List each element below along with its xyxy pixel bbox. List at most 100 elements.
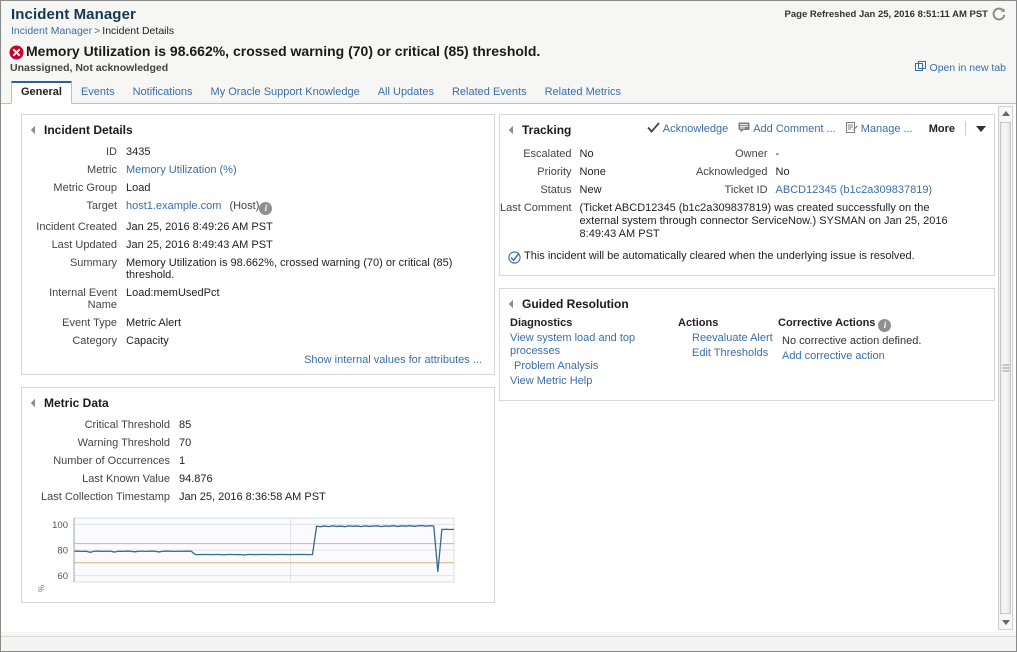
table-row: Last Comment (Ticket ABCD12345 (b1c2a309… <box>500 199 984 244</box>
add-comment-button[interactable]: Add Comment ... <box>738 122 836 136</box>
table-row: Category Capacity <box>22 332 494 350</box>
incident-manager-page: Incident Manager Incident Manager > Incide… <box>0 0 1017 652</box>
acknowledge-button[interactable]: Acknowledge <box>647 121 728 136</box>
svg-text:80: 80 <box>57 546 68 557</box>
row-label-acknowledged: Acknowledged <box>695 166 768 178</box>
row-label-ticket-id: Ticket ID <box>724 184 768 196</box>
row-value-ticket-id: ABCD12345 (b1c2a309837819) <box>776 181 984 199</box>
incident-details-table: ID 3435 Metric Memory Utilization (%) Me… <box>22 143 494 350</box>
corrective-actions-heading: Corrective Actions i <box>778 317 978 332</box>
collapse-triangle-icon[interactable] <box>30 125 40 135</box>
row-value-owner: - <box>775 148 780 160</box>
page-refreshed-status: Page Refreshed Jan 25, 2016 8:51:11 AM P… <box>785 7 1006 21</box>
link-add-corrective-action[interactable]: Add corrective action <box>778 350 978 363</box>
scroll-thumb[interactable] <box>1000 122 1011 614</box>
collapse-triangle-icon[interactable] <box>508 299 518 309</box>
corrective-actions-column: Corrective Actions i No corrective actio… <box>778 317 978 390</box>
row-value-id: 3435 <box>126 146 151 158</box>
table-row: Metric Memory Utilization (%) <box>22 161 494 179</box>
link-problem-analysis[interactable]: Problem Analysis <box>510 360 678 373</box>
tab-bar: General Events Notifications My Oracle S… <box>1 81 1016 104</box>
show-internal-values-link[interactable]: Show internal values for attributes ... <box>304 354 482 366</box>
info-icon[interactable]: i <box>878 319 892 332</box>
open-in-new-tab-link[interactable]: Open in new tab <box>914 61 1006 75</box>
tracking-actions-toolbar: Acknowledge Add Comment ... Manage ... M… <box>647 121 986 136</box>
guided-resolution-header: Guided Resolution <box>500 289 994 317</box>
incident-details-title: Incident Details <box>44 123 133 137</box>
metric-data-header: Metric Data <box>22 388 494 416</box>
error-icon <box>9 45 24 60</box>
tab-general[interactable]: General <box>11 81 72 104</box>
row-label-target: Target <box>86 200 117 212</box>
link-edit-thresholds[interactable]: Edit Thresholds <box>678 347 778 360</box>
diagnostics-column: Diagnostics View system load and top pro… <box>510 317 678 390</box>
row-value-event-type: Metric Alert <box>126 317 182 329</box>
table-row: Escalated No Owner - <box>500 145 984 163</box>
chevron-down-icon[interactable] <box>976 125 986 132</box>
guided-resolution-columns: Diagnostics View system load and top pro… <box>500 317 994 400</box>
open-in-new-tab-label: Open in new tab <box>929 62 1006 74</box>
metric-data-panel: Metric Data Critical Threshold 85 Warnin… <box>21 387 495 603</box>
table-row: Number of Occurrences 1 <box>22 452 494 470</box>
table-row: Status New Ticket ID ABCD12345 (b1c2a309… <box>500 181 984 199</box>
scroll-down-button[interactable] <box>999 615 1012 629</box>
row-label-last-collection-timestamp: Last Collection Timestamp <box>41 491 170 503</box>
target-type-label: (Host) <box>229 200 260 212</box>
table-row: Event Type Metric Alert <box>22 314 494 332</box>
breadcrumb: Incident Manager > Incident Details <box>11 25 1008 37</box>
incident-status-text: Unassigned, Not acknowledged <box>10 62 169 74</box>
metric-chart-svg: 60 80 100% <box>37 517 455 592</box>
table-row: Warning Threshold 70 <box>22 434 494 452</box>
row-value-status: New <box>579 184 602 196</box>
tab-my-oracle-support-knowledge[interactable]: My Oracle Support Knowledge <box>202 82 369 103</box>
link-reevaluate-alert[interactable]: Reevaluate Alert <box>678 332 778 345</box>
metric-link[interactable]: Memory Utilization (%) <box>126 164 237 176</box>
row-value-target: host1.example.com (Host) i <box>126 197 494 218</box>
more-button[interactable]: More <box>923 123 955 135</box>
row-value-metric: Memory Utilization (%) <box>126 161 494 179</box>
manage-label: Manage ... <box>860 122 913 135</box>
ticket-id-link[interactable]: ABCD12345 (b1c2a309837819) <box>776 184 933 196</box>
target-link[interactable]: host1.example.com <box>126 200 221 212</box>
tab-related-metrics[interactable]: Related Metrics <box>536 82 630 103</box>
row-value-incident-created: Jan 25, 2016 8:49:26 AM PST <box>126 221 273 233</box>
manage-button[interactable]: Manage ... <box>845 121 913 136</box>
row-value-priority: None <box>579 166 606 178</box>
refresh-icon[interactable] <box>992 7 1006 21</box>
content-scrollbar[interactable] <box>998 106 1013 630</box>
left-column: Incident Details ID 3435 Metric Memory U… <box>1 104 495 615</box>
check-circle-icon <box>508 251 521 267</box>
incident-details-panel: Incident Details ID 3435 Metric Memory U… <box>21 114 495 375</box>
breadcrumb-item-incident-manager[interactable]: Incident Manager <box>11 25 92 37</box>
incident-summary-banner: Memory Utilization is 98.662%, crossed w… <box>1 37 1016 76</box>
tab-events[interactable]: Events <box>72 82 124 103</box>
row-label-event-type: Event Type <box>62 317 117 329</box>
tab-notifications[interactable]: Notifications <box>124 82 202 103</box>
tab-all-updates[interactable]: All Updates <box>369 82 443 103</box>
collapse-triangle-icon[interactable] <box>30 398 40 408</box>
comment-icon <box>738 122 750 136</box>
check-icon <box>647 121 660 136</box>
collapse-triangle-icon[interactable] <box>508 125 518 135</box>
link-view-metric-help[interactable]: View Metric Help <box>510 375 678 388</box>
metric-chart[interactable]: 60 80 100% <box>22 506 494 602</box>
table-row: Last Updated Jan 25, 2016 8:49:43 AM PST <box>22 236 494 254</box>
row-value-internal-event-name: Load:memUsedPct <box>126 287 220 299</box>
page-header: Incident Manager Incident Manager > Incide… <box>1 1 1016 37</box>
row-value-metric-group: Load <box>126 182 151 194</box>
row-value-number-of-occurrences: 1 <box>179 455 186 467</box>
row-value-escalated: No <box>579 148 594 160</box>
scroll-up-button[interactable] <box>999 107 1012 121</box>
external-link-icon <box>914 61 926 75</box>
info-icon[interactable]: i <box>259 202 273 215</box>
guided-resolution-panel: Guided Resolution Diagnostics View syste… <box>499 288 995 401</box>
breadcrumb-item-incident-details: Incident Details <box>102 25 175 37</box>
incident-details-header: Incident Details <box>22 115 494 143</box>
auto-clear-text: This incident will be automatically clea… <box>524 250 915 262</box>
row-label-internal-event-name: Internal Event Name <box>49 287 117 311</box>
row-label-last-comment: Last Comment <box>500 202 572 214</box>
link-view-system-load-and-top-processes[interactable]: View system load and top processes <box>510 332 678 358</box>
row-label-category: Category <box>72 335 117 347</box>
tab-related-events[interactable]: Related Events <box>443 82 536 103</box>
table-row: Critical Threshold 85 <box>22 416 494 434</box>
